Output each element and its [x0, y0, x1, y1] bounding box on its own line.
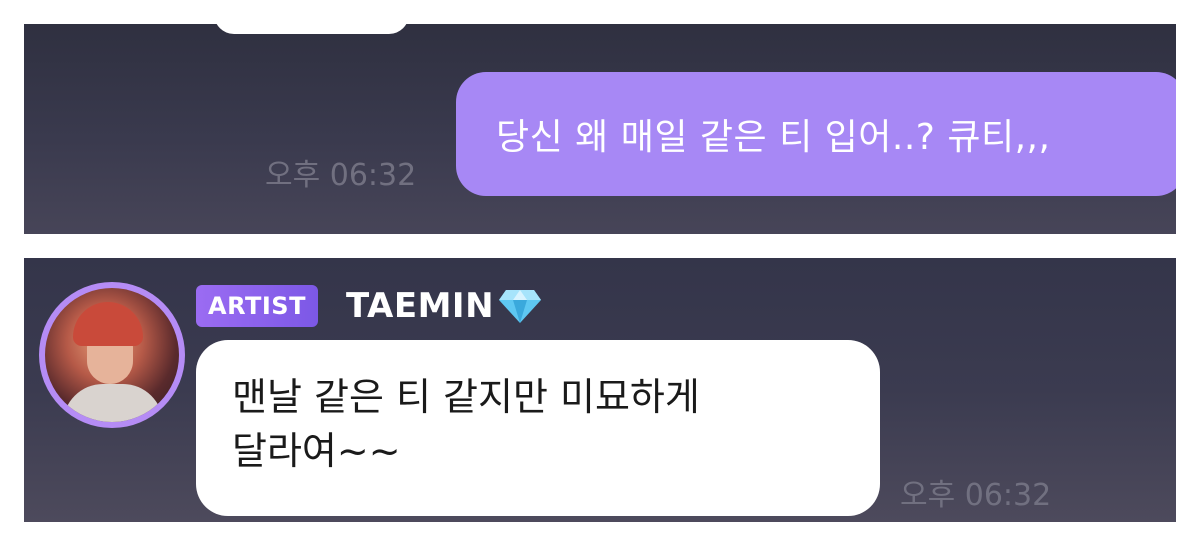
diamond-icon [499, 290, 542, 323]
chat-panel-top: 오후 06:32 당신 왜 매일 같은 티 입어..? 큐티,,, [24, 24, 1176, 234]
previous-message-bubble [214, 24, 409, 34]
artist-badge-label: ARTIST [208, 292, 306, 320]
sent-message-time: 오후 06:32 [265, 158, 417, 193]
sender-name[interactable]: TAEMIN [346, 286, 542, 326]
sender-name-text: TAEMIN [346, 286, 495, 326]
received-message-bubble[interactable]: 맨날 같은 티 같지만 미묘하게 달라여~~ [196, 340, 880, 516]
artist-badge: ARTIST [196, 285, 318, 327]
avatar-photo [45, 288, 179, 422]
sent-message-bubble[interactable]: 당신 왜 매일 같은 티 입어..? 큐티,,, [456, 72, 1176, 196]
artist-avatar[interactable] [39, 282, 185, 428]
received-message-line: 달라여~~ [232, 429, 401, 473]
chat-panel-bottom: ARTIST TAEMIN 맨날 같은 티 같지만 미묘하게 달라여~~ 오후 … [24, 258, 1176, 522]
sent-message-text: 당신 왜 매일 같은 티 입어..? 큐티,,, [496, 117, 1051, 158]
received-message-time: 오후 06:32 [900, 478, 1052, 513]
received-message-line: 맨날 같은 티 같지만 미묘하게 [232, 375, 700, 419]
